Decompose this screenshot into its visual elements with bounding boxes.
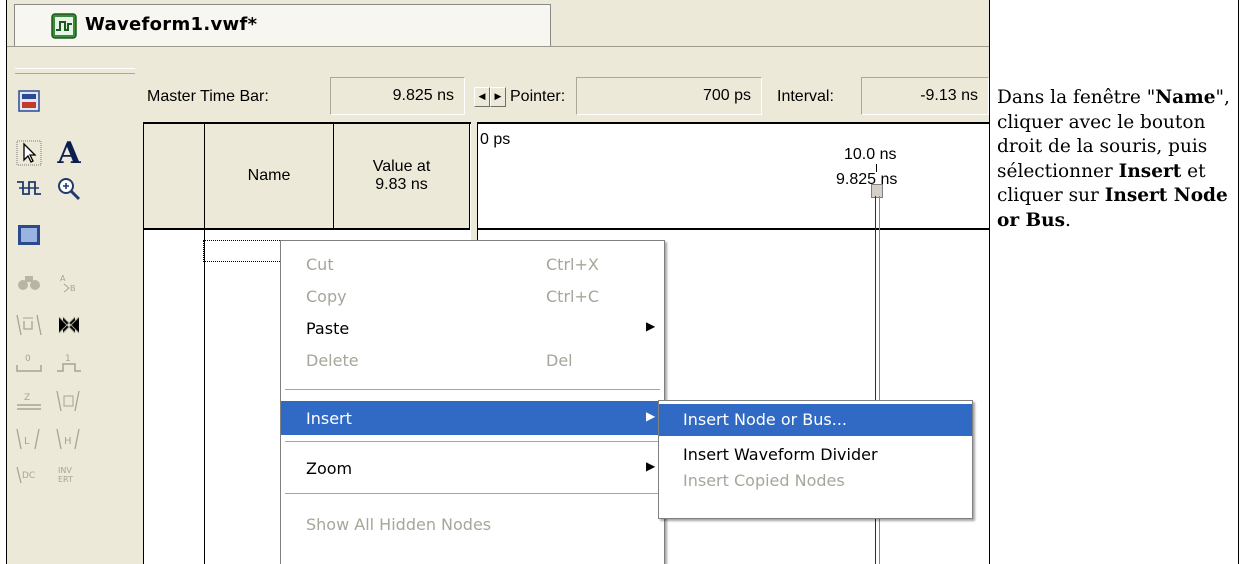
forcing-low-icon[interactable]: 0 [9,344,49,382]
insert-node-or-bus-label: Insert Node or Bus... [683,410,847,429]
svg-text:A: A [60,274,66,283]
time-scale-header: 0 ps 10.0 ns 9.825 ns [478,124,989,230]
time-start-label: 0 ps [480,131,511,148]
menu-item-copy-shortcut: Ctrl+C [546,287,600,306]
svg-text:Z: Z [24,393,30,403]
svg-text:0: 0 [25,354,31,364]
menu-separator [285,389,660,390]
quartus-waveform-editor: Waveform1.vwf* A AB 0 1 Z L H DC INV ERT… [7,0,989,564]
menu-item-copy[interactable]: Copy Ctrl+C [281,279,664,313]
dont-care-icon[interactable]: DC [9,454,49,492]
grid-column-divider [204,230,205,564]
file-properties-icon[interactable] [9,82,49,120]
name-column-header[interactable]: Name [205,124,334,228]
menu-item-cut-shortcut: Ctrl+X [546,255,599,274]
svg-text:DC: DC [22,471,35,481]
svg-text:1: 1 [65,354,71,364]
value-header-line2: 9.83 ns [375,176,428,193]
interval-field[interactable]: -9.13 ns [861,77,989,115]
submenu-arrow-icon: ▶ [646,459,656,473]
menu-item-insert-label: Insert [306,409,352,428]
weak-low-icon[interactable] [49,382,89,420]
insert-submenu: Insert Node or Bus... Insert Waveform Di… [658,400,973,519]
pointer-label: Pointer: [510,88,566,105]
cursor-time-label: 9.825 ns [836,171,898,188]
instruction-part4: . [1065,209,1071,231]
waveform-toolbar: A AB 0 1 Z L H DC INV ERT [7,66,143,564]
menu-item-show-hidden-label: Show All Hidden Nodes [306,515,492,534]
node-grid-header: Name Value at 9.83 ns [144,124,470,230]
menu-separator [285,493,660,494]
menu-item-cut[interactable]: Cut Ctrl+X [281,247,664,281]
time-bar-row: Master Time Bar: 9.825 ns ◀ ▶ Pointer: 7… [143,66,989,122]
context-menu: Cut Ctrl+X Copy Ctrl+C Paste ▶ Delete De… [280,240,665,564]
tab-waveform1[interactable]: Waveform1.vwf* [14,4,551,47]
submenu-arrow-icon: ▶ [646,409,656,423]
svg-text:H: H [64,436,72,447]
menu-item-cut-label: Cut [306,255,334,274]
tab-baseline [7,46,989,47]
invert-icon[interactable] [9,306,49,344]
waveform-file-icon [51,13,77,39]
menu-item-insert[interactable]: Insert ▶ [281,401,664,435]
menu-item-delete[interactable]: Delete Del [281,343,664,377]
insert-waveform-divider-label: Insert Waveform Divider [683,445,878,464]
menu-item-zoom[interactable]: Zoom ▶ [281,451,664,485]
unknown-icon[interactable]: L [9,420,49,458]
time-tick-label: 10.0 ns [844,146,897,163]
menu-item-show-all-hidden-nodes[interactable]: Show All Hidden Nodes [281,507,664,541]
menu-item-delete-shortcut: Del [546,351,573,370]
svg-text:L: L [24,436,30,447]
high-impedance-icon[interactable]: Z [9,382,49,420]
submenu-arrow-icon: ▶ [646,319,656,333]
master-time-bar-field[interactable]: 9.825 ns [330,77,465,115]
menu-item-copy-label: Copy [306,287,347,306]
value-column-header[interactable]: Value at 9.83 ns [334,124,470,228]
master-time-bar-label: Master Time Bar: [147,88,269,105]
invert-value-icon[interactable]: INV ERT [49,454,89,492]
count-value-icon[interactable] [49,306,89,344]
full-screen-icon[interactable] [9,216,49,254]
svg-text:B: B [70,284,76,293]
node-index-column-header[interactable] [144,124,205,228]
menu-item-zoom-label: Zoom [306,459,353,478]
instruction-bold-insert: Insert [1118,160,1182,182]
selection-tool-icon[interactable] [9,134,49,172]
menu-item-paste[interactable]: Paste ▶ [281,311,664,345]
svg-text:ERT: ERT [58,475,73,484]
svg-text:INV: INV [58,466,72,475]
menu-item-paste-label: Paste [306,319,350,338]
master-time-next-button[interactable]: ▶ [490,87,506,107]
submenu-item-insert-copied-nodes[interactable]: Insert Copied Nodes [659,465,972,497]
replace-icon[interactable]: AB [49,264,89,302]
menu-separator [285,441,660,442]
tab-strip: Waveform1.vwf* [7,0,989,47]
text-tool-icon[interactable]: A [49,134,89,172]
value-header-line1: Value at [372,158,431,175]
toolbar-grip[interactable] [15,68,135,74]
master-time-bar-handle[interactable] [871,184,883,198]
tab-title: Waveform1.vwf* [85,14,258,35]
zoom-tool-icon[interactable] [49,170,89,208]
instruction-text: Dans la fenêtre "Name", cliquer avec le … [997,86,1233,233]
table-column-divider [989,0,990,564]
pointer-field[interactable]: 700 ps [576,77,762,115]
instruction-bold-name: Name [1155,87,1216,108]
submenu-item-insert-node-or-bus[interactable]: Insert Node or Bus... [659,404,972,436]
menu-item-delete-label: Delete [306,351,359,370]
waveform-editing-tool-icon[interactable] [9,170,49,208]
master-time-prev-button[interactable]: ◀ [474,87,490,107]
find-icon[interactable] [9,264,49,302]
interval-label: Interval: [777,88,834,105]
forcing-high-icon[interactable]: 1 [49,344,89,382]
instruction-part1: Dans la fenêtre " [997,87,1156,108]
insert-copied-nodes-label: Insert Copied Nodes [683,471,845,490]
weak-high-icon[interactable]: H [49,420,89,458]
